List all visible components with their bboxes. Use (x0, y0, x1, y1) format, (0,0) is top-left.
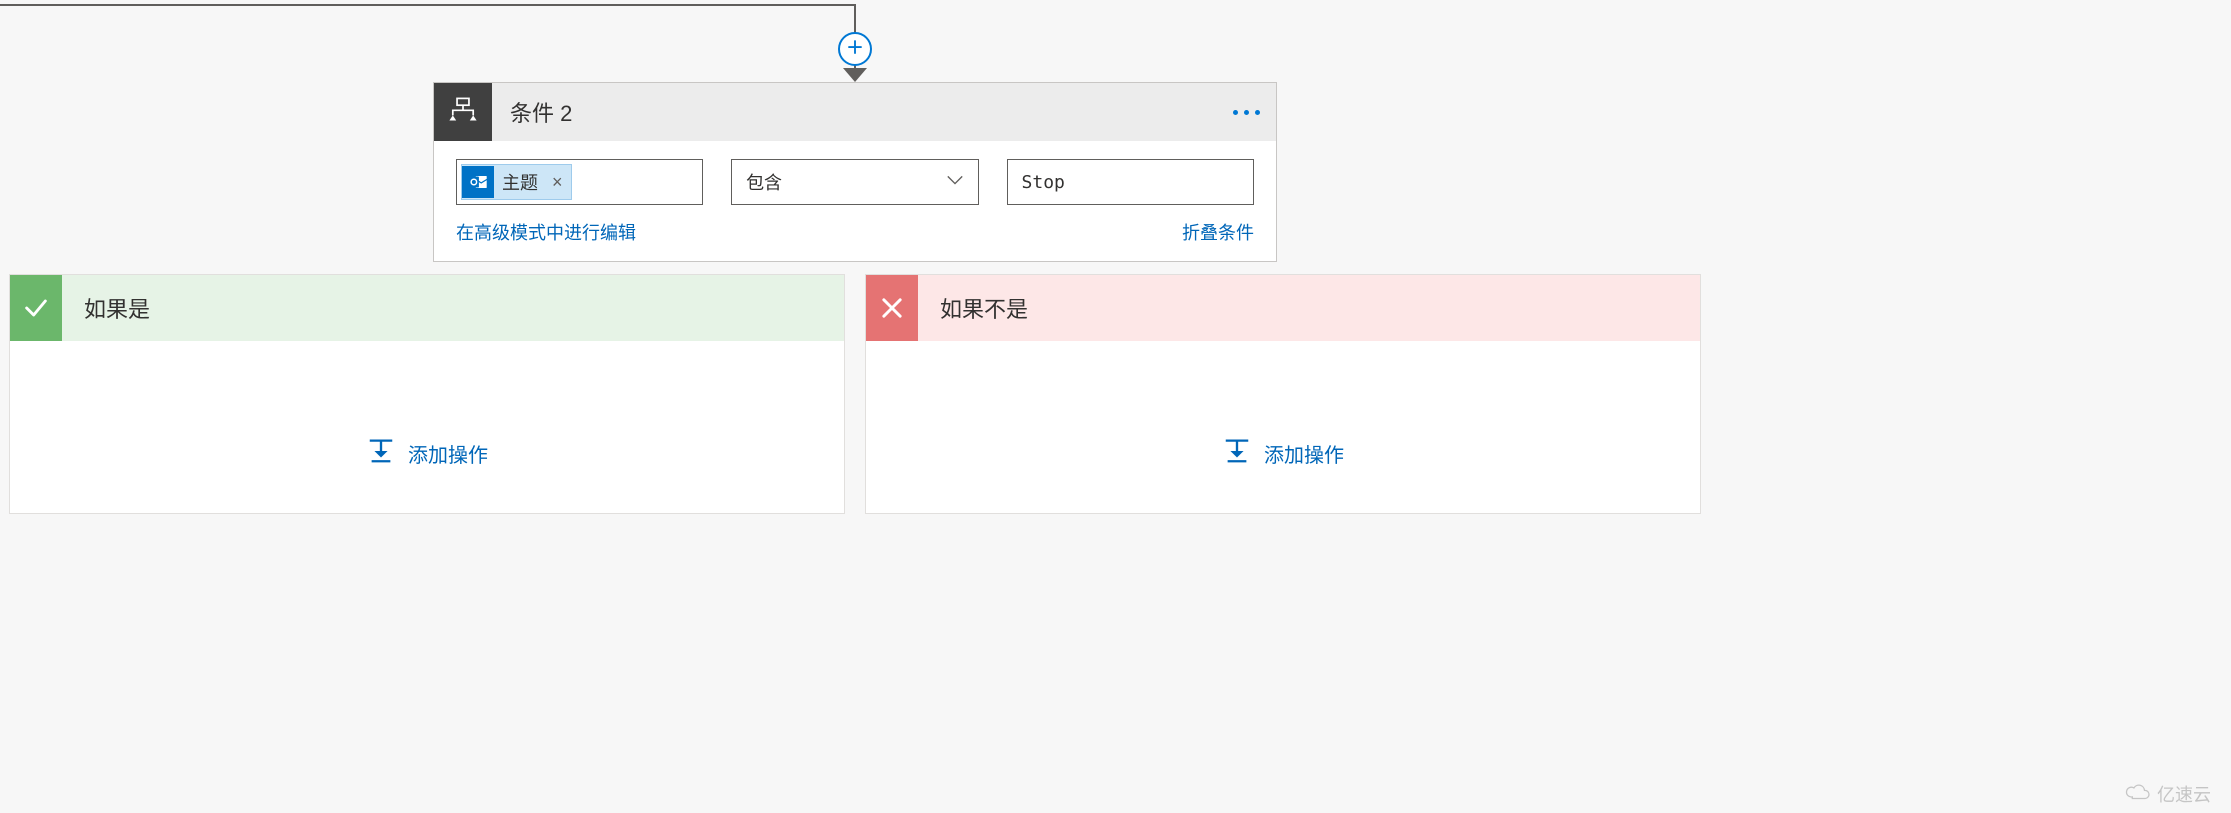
condition-header[interactable]: 条件 2 (434, 83, 1276, 141)
condition-card: 条件 2 主题 (433, 82, 1277, 262)
plus-icon (846, 38, 864, 61)
if-yes-branch: 如果是 添加操作 (9, 274, 845, 514)
cross-icon (866, 275, 918, 341)
token-remove-button[interactable]: × (546, 172, 563, 193)
ellipsis-icon (1233, 110, 1238, 115)
ellipsis-icon (1244, 110, 1249, 115)
cloud-icon (2125, 783, 2151, 806)
condition-body: 主题 × 包含 Stop 在高级模式中进行编辑 折叠条件 (434, 141, 1276, 261)
if-no-header: 如果不是 (866, 275, 1700, 341)
condition-operator-select[interactable]: 包含 (731, 159, 978, 205)
if-no-branch: 如果不是 添加操作 (865, 274, 1701, 514)
add-step-button[interactable] (838, 32, 872, 66)
edit-advanced-link[interactable]: 在高级模式中进行编辑 (456, 219, 636, 245)
condition-menu-button[interactable] (1233, 83, 1260, 141)
check-icon (10, 275, 62, 341)
add-action-label: 添加操作 (408, 439, 488, 468)
connector-arrow-icon (843, 68, 867, 82)
connector-horizontal (0, 4, 856, 6)
chevron-down-icon (946, 173, 964, 191)
if-yes-header: 如果是 (10, 275, 844, 341)
add-action-button[interactable]: 添加操作 (366, 435, 488, 471)
insert-action-icon (1222, 435, 1252, 471)
add-action-label: 添加操作 (1264, 439, 1344, 468)
add-action-button[interactable]: 添加操作 (1222, 435, 1344, 471)
token-label: 主题 (502, 169, 538, 195)
operator-label: 包含 (746, 169, 782, 195)
condition-title: 条件 2 (492, 96, 572, 128)
watermark: 亿速云 (2125, 781, 2211, 807)
condition-left-operand[interactable]: 主题 × (456, 159, 703, 205)
collapse-condition-link[interactable]: 折叠条件 (1182, 219, 1254, 245)
watermark-text: 亿速云 (2157, 781, 2211, 807)
insert-action-icon (366, 435, 396, 471)
condition-icon (434, 83, 492, 141)
outlook-icon (462, 166, 494, 198)
ellipsis-icon (1255, 110, 1260, 115)
if-yes-title: 如果是 (62, 292, 150, 324)
condition-right-operand[interactable]: Stop (1007, 159, 1254, 205)
if-yes-body: 添加操作 (10, 341, 844, 513)
condition-links-row: 在高级模式中进行编辑 折叠条件 (456, 219, 1254, 245)
if-no-title: 如果不是 (918, 292, 1028, 324)
right-value-text: Stop (1022, 172, 1065, 193)
condition-expression-row: 主题 × 包含 Stop (456, 159, 1254, 205)
if-no-body: 添加操作 (866, 341, 1700, 513)
dynamic-content-token: 主题 × (461, 164, 572, 200)
